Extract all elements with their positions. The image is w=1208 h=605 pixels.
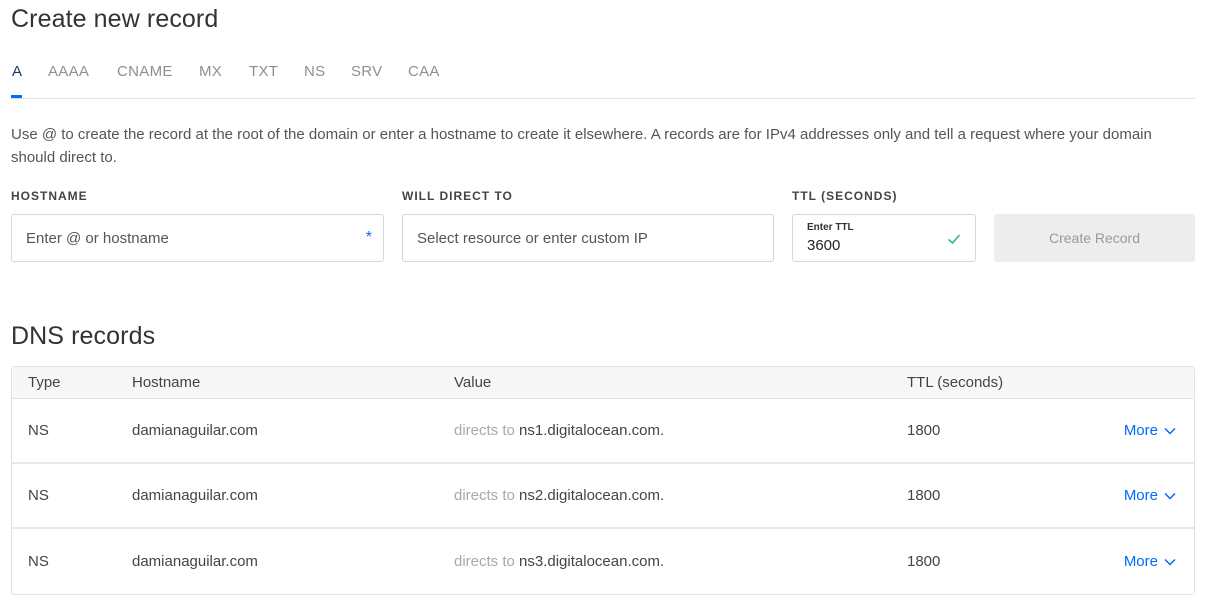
chevron-down-icon	[1164, 427, 1176, 435]
will-direct-to-label: WILL DIRECT TO	[402, 189, 513, 203]
row-type: NS	[28, 487, 49, 504]
tab-caa[interactable]: CAA	[408, 63, 440, 80]
row-ttl: 1800	[907, 553, 941, 570]
check-icon	[947, 234, 961, 245]
record-type-tabs: A AAAA CNAME MX TXT NS SRV CAA	[11, 62, 1195, 99]
row-value: directs to ns3.digitalocean.com.	[454, 553, 664, 570]
dns-records-title: DNS records	[11, 322, 156, 350]
table-row: NS damianaguilar.com directs to ns2.digi…	[12, 464, 1194, 529]
more-button[interactable]: More	[1124, 422, 1176, 439]
ttl-input[interactable]: Enter TTL 3600	[792, 214, 976, 262]
chevron-down-icon	[1164, 492, 1176, 500]
row-ttl: 1800	[907, 487, 941, 504]
directs-to-prefix: directs to	[454, 553, 515, 570]
more-label: More	[1123, 553, 1158, 570]
column-header-ttl: TTL (seconds)	[907, 374, 1004, 391]
required-asterisk-icon: *	[365, 229, 372, 246]
directs-to-prefix: directs to	[454, 487, 515, 504]
active-tab-indicator	[11, 95, 22, 98]
tab-a[interactable]: A	[12, 63, 22, 80]
ttl-label: TTL (SECONDS)	[792, 189, 898, 203]
ttl-value: 3600	[807, 237, 841, 254]
column-header-value: Value	[454, 374, 492, 391]
row-type: NS	[28, 422, 49, 439]
row-hostname: damianaguilar.com	[132, 487, 258, 504]
row-value: directs to ns2.digitalocean.com.	[454, 487, 664, 504]
dns-records-table: Type Hostname Value TTL (seconds) NS dam…	[11, 366, 1195, 595]
hostname-placeholder: Enter @ or hostname	[26, 230, 169, 247]
row-value-target: ns2.digitalocean.com.	[519, 487, 665, 504]
column-header-hostname: Hostname	[132, 374, 201, 391]
will-direct-to-placeholder: Select resource or enter custom IP	[417, 230, 648, 247]
row-value-target: ns3.digitalocean.com.	[519, 553, 665, 570]
row-ttl: 1800	[907, 422, 941, 439]
table-row: NS damianaguilar.com directs to ns1.digi…	[12, 399, 1194, 464]
hostname-input[interactable]: Enter @ or hostname *	[11, 214, 384, 262]
create-record-title: Create new record	[11, 5, 219, 33]
more-button[interactable]: More	[1124, 487, 1176, 504]
tab-srv[interactable]: SRV	[351, 63, 382, 80]
row-hostname: damianaguilar.com	[132, 553, 258, 570]
column-header-type: Type	[28, 374, 61, 391]
hostname-label: HOSTNAME	[11, 189, 88, 203]
directs-to-prefix: directs to	[454, 422, 515, 439]
tab-mx[interactable]: MX	[199, 63, 222, 80]
table-header: Type Hostname Value TTL (seconds)	[12, 367, 1194, 399]
more-label: More	[1123, 422, 1158, 439]
will-direct-to-input[interactable]: Select resource or enter custom IP	[402, 214, 774, 262]
tab-ns[interactable]: NS	[304, 63, 325, 80]
row-type: NS	[28, 553, 49, 570]
tab-aaaa[interactable]: AAAA	[48, 63, 89, 80]
table-row: NS damianaguilar.com directs to ns3.digi…	[12, 529, 1194, 594]
record-description: Use @ to create the record at the root o…	[11, 126, 1152, 166]
create-record-button[interactable]: Create Record	[994, 214, 1195, 262]
more-label: More	[1123, 487, 1158, 504]
row-value: directs to ns1.digitalocean.com.	[454, 422, 664, 439]
chevron-down-icon	[1164, 558, 1176, 566]
row-value-target: ns1.digitalocean.com.	[519, 422, 665, 439]
ttl-inner-label: Enter TTL	[807, 222, 854, 233]
more-button[interactable]: More	[1124, 553, 1176, 570]
tab-txt[interactable]: TXT	[249, 63, 278, 80]
row-hostname: damianaguilar.com	[132, 422, 258, 439]
tab-cname[interactable]: CNAME	[117, 63, 173, 80]
